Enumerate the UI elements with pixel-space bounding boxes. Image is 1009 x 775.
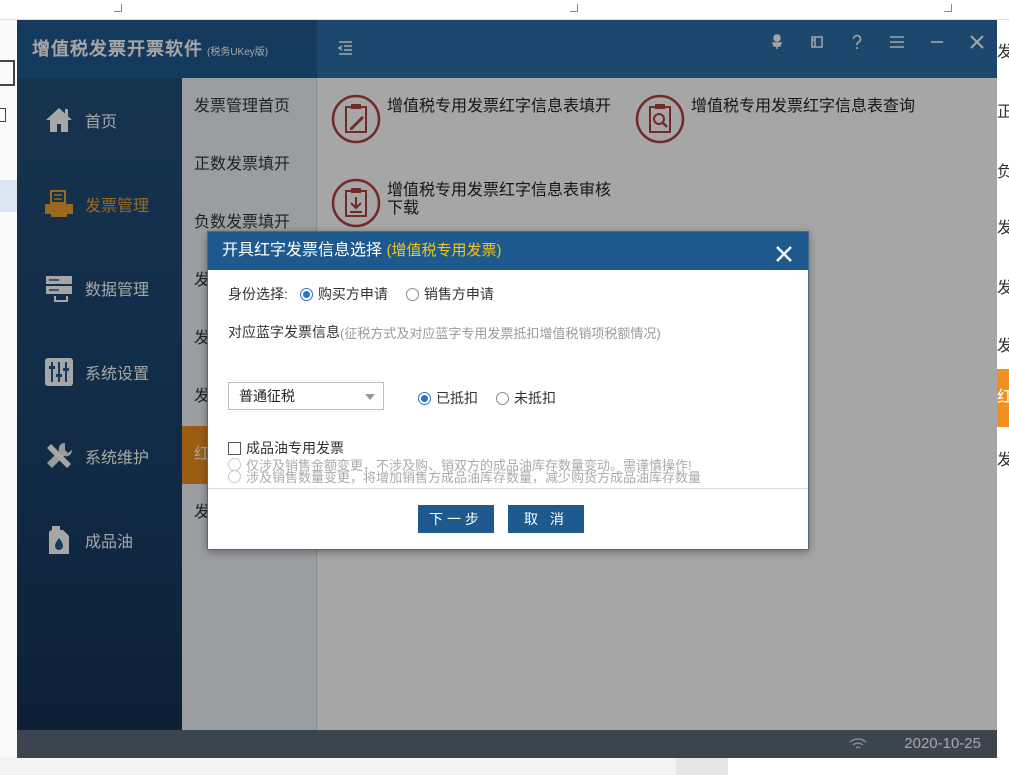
chevron-down-icon [365, 394, 375, 400]
radio-label: 购买方申请 [317, 286, 388, 302]
dialog-footer: 下一步 取 消 [208, 488, 808, 550]
background-square [0, 108, 6, 122]
red-invoice-info-dialog: 开具红字发票信息选择 (增值税专用发票) 身份选择: 购买方申请 销售方申请 对… [207, 231, 809, 550]
background-corner-mark [944, 4, 952, 12]
background-item: 发 [997, 280, 1009, 297]
blue-info-label: 对应蓝字发票信息 [228, 324, 340, 340]
cancel-button[interactable]: 取 消 [508, 505, 584, 533]
background-corner-mark [570, 4, 578, 12]
radio-label: 仅涉及销售金额变更，不涉及购、销双方的成品油库存数量变动。需谨慎操作! [246, 458, 692, 473]
oil-option-amount: 仅涉及销售金额变更，不涉及购、销双方的成品油库存数量变动。需谨慎操作! [228, 455, 692, 474]
next-button[interactable]: 下一步 [418, 505, 494, 533]
background-window-right: 发 正 负 发 发 发 红 发 [997, 20, 1009, 760]
background-item: 发 [997, 220, 1009, 237]
deduct-option-yes[interactable]: 已抵扣 [418, 388, 478, 408]
blue-info-row: 对应蓝字发票信息 (征税方式及对应蓝字专用发票抵扣增值税销项税额情况) [228, 322, 661, 342]
background-document-icon [0, 60, 15, 86]
background-corner-mark [114, 4, 122, 12]
dialog-header: 开具红字发票信息选择 (增值税专用发票) [208, 232, 808, 270]
identity-label: 身份选择: [228, 286, 288, 302]
background-panel [676, 757, 728, 775]
dialog-title-accent: (增值税专用发票) [386, 242, 502, 259]
radio-buyer-selected[interactable] [299, 287, 313, 301]
radio-label: 未抵扣 [514, 390, 556, 406]
radio-not-deducted[interactable] [496, 391, 509, 405]
background-item: 正 [997, 104, 1009, 121]
background-item-highlighted: 红 [997, 369, 1009, 427]
background-window-top [0, 0, 1009, 20]
deduct-row: 已抵扣 未抵扣 [418, 388, 556, 408]
background-item: 发 [997, 338, 1009, 355]
background-selected-row [0, 180, 17, 212]
background-window-left [0, 20, 17, 760]
deduct-option-no[interactable]: 未抵扣 [496, 388, 556, 408]
radio-deducted-selected[interactable] [418, 391, 431, 405]
oil-invoice-checkbox[interactable] [228, 441, 241, 455]
background-item: 负 [997, 164, 1009, 181]
background-item: 发 [997, 452, 1009, 469]
tax-method-select[interactable]: 普通征税 [228, 382, 384, 410]
background-panel [728, 757, 1009, 775]
radio-label: 销售方申请 [423, 286, 494, 302]
identity-option-buyer[interactable]: 购买方申请 [299, 284, 388, 304]
dialog-title: 开具红字发票信息选择 [222, 242, 383, 259]
blue-info-hint: (征税方式及对应蓝字专用发票抵扣增值税销项税额情况) [340, 325, 661, 341]
radio-seller[interactable] [405, 287, 419, 301]
radio-label: 已抵扣 [436, 390, 478, 406]
identity-option-seller[interactable]: 销售方申请 [405, 284, 494, 304]
background-item: 发 [997, 44, 1009, 61]
dialog-close-icon[interactable] [774, 241, 794, 262]
taskbar-area [0, 757, 1009, 775]
radio-oil-amount-disabled [228, 458, 241, 471]
identity-row: 身份选择: 购买方申请 销售方申请 [228, 284, 494, 304]
tax-method-value: 普通征税 [239, 388, 295, 404]
